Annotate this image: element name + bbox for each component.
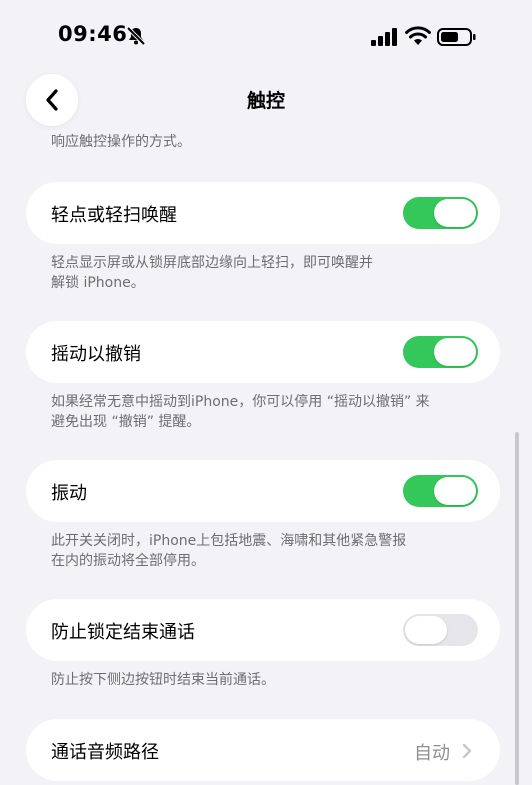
tap-to-wake-label: 轻点或轻扫唤醒 bbox=[51, 205, 177, 226]
cellular-signal-icon bbox=[371, 28, 397, 46]
call-audio-routing-row[interactable]: 通话音频路径 自动 bbox=[26, 719, 500, 781]
call-audio-routing-label: 通话音频路径 bbox=[51, 742, 159, 763]
vibration-label: 振动 bbox=[51, 483, 87, 504]
page-title: 触控 bbox=[246, 90, 285, 112]
shake-to-undo-footer: 如果经常无意中摇动到iPhone，你可以停用 “摇动以撤销” 来 避免出现 “撤… bbox=[51, 392, 430, 432]
toggle-knob bbox=[434, 477, 476, 505]
shake-to-undo-label: 摇动以撤销 bbox=[51, 344, 141, 365]
tap-to-wake-footer: 轻点显示屏或从锁屏底部边缘向上轻扫，即可唤醒并 解锁 iPhone。 bbox=[51, 253, 373, 293]
battery-icon bbox=[437, 28, 476, 46]
shake-to-undo-row: 摇动以撤销 bbox=[26, 321, 500, 383]
lock-ends-call-row: 防止锁定结束通话 bbox=[26, 599, 500, 661]
vibration-toggle[interactable] bbox=[403, 475, 478, 507]
vibration-row: 振动 bbox=[26, 460, 500, 522]
toggle-knob bbox=[434, 338, 476, 366]
lock-ends-call-footer: 防止按下侧边按钮时结束当前通话。 bbox=[51, 672, 275, 688]
lock-ends-call-toggle[interactable] bbox=[403, 614, 478, 646]
tap-to-wake-toggle[interactable] bbox=[403, 197, 478, 229]
wifi-icon bbox=[405, 26, 431, 45]
footer-line: 在内的振动将全部停用。 bbox=[51, 553, 205, 569]
shake-to-undo-toggle[interactable] bbox=[403, 336, 478, 368]
lock-ends-call-label: 防止锁定结束通话 bbox=[51, 622, 195, 643]
status-bar: 09:46 bbox=[0, 0, 532, 70]
footer-line: 解锁 iPhone。 bbox=[51, 275, 145, 291]
chevron-right-icon bbox=[462, 743, 472, 759]
scrollbar[interactable] bbox=[515, 432, 519, 785]
bell-slash-icon bbox=[126, 26, 146, 46]
footer-line: 避免出现 “撤销” 提醒。 bbox=[51, 414, 201, 430]
tap-to-wake-row: 轻点或轻扫唤醒 bbox=[26, 182, 500, 244]
toggle-knob bbox=[405, 616, 447, 644]
footer-line: 如果经常无意中摇动到iPhone，你可以停用 “摇动以撤销” 来 bbox=[51, 394, 430, 410]
status-time: 09:46 bbox=[58, 22, 128, 46]
navigation-bar: 触控 bbox=[0, 70, 532, 130]
footer-line: 轻点显示屏或从锁屏底部边缘向上轻扫，即可唤醒并 bbox=[51, 255, 373, 271]
toggle-knob bbox=[434, 199, 476, 227]
call-audio-routing-value: 自动 bbox=[414, 743, 450, 764]
vibration-footer: 此开关关闭时，iPhone上包括地震、海啸和其他紧急警报 在内的振动将全部停用。 bbox=[51, 531, 406, 571]
footer-line: 此开关关闭时，iPhone上包括地震、海啸和其他紧急警报 bbox=[51, 533, 407, 549]
intro-footer-text: 响应触控操作的方式。 bbox=[51, 134, 191, 150]
